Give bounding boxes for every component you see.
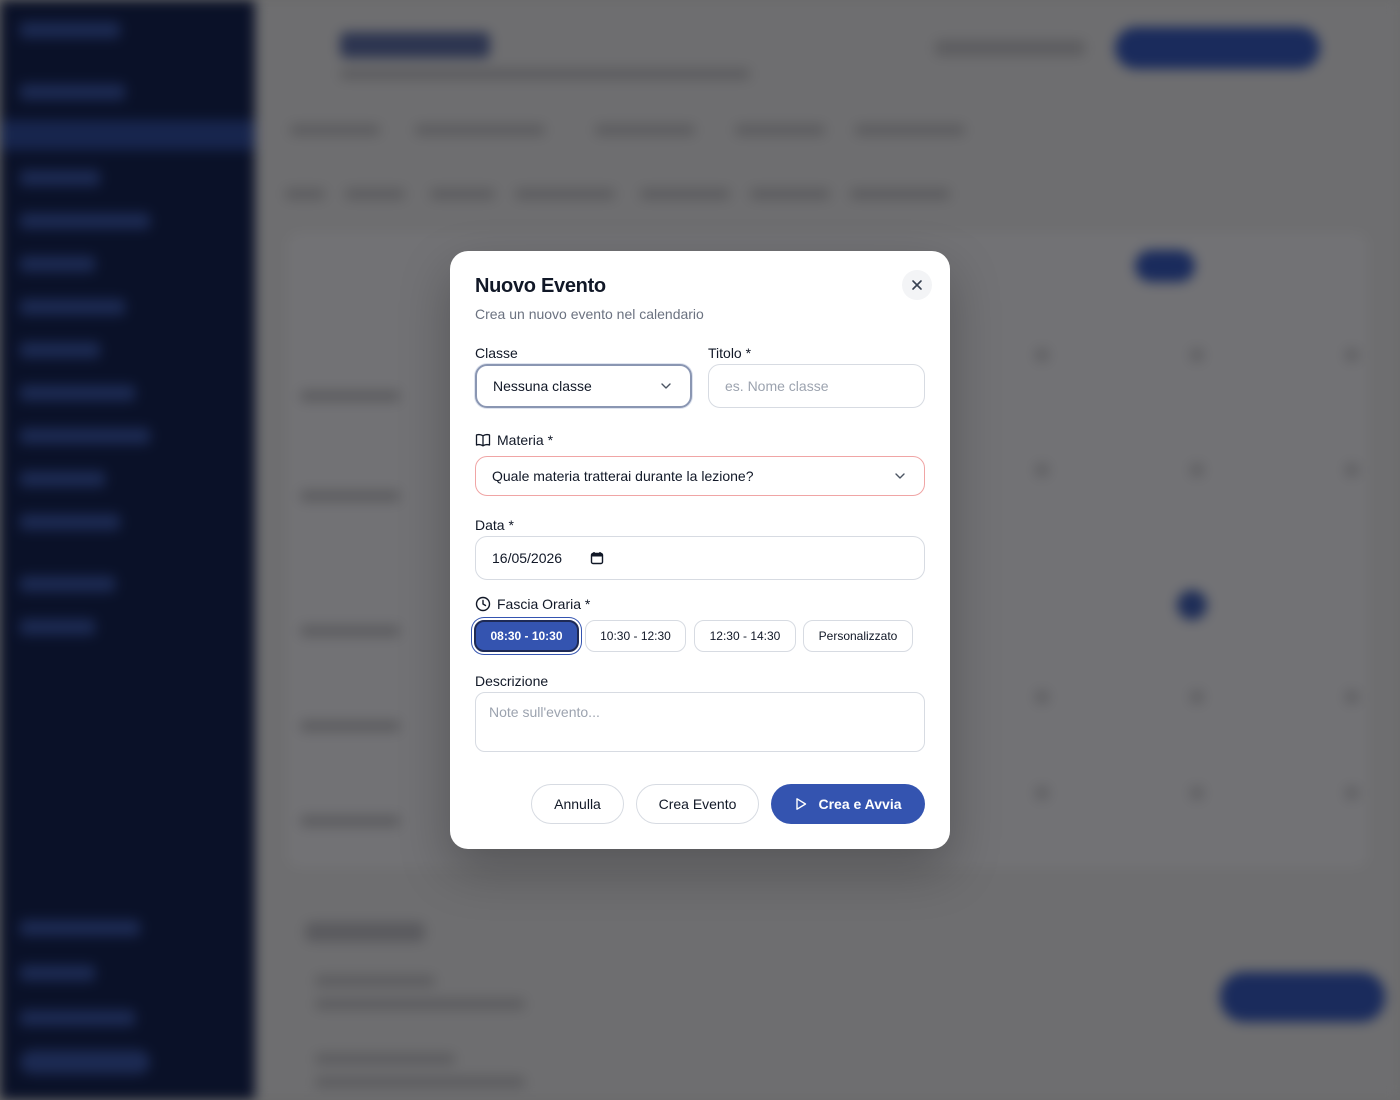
clock-icon [475,596,491,612]
descrizione-placeholder: Note sull'evento... [489,704,600,720]
modal-subtitle: Crea un nuovo evento nel calendario [475,306,704,322]
slot-1230-1430[interactable]: 12:30 - 14:30 [694,620,796,652]
classe-select[interactable]: Nessuna classe [475,364,692,408]
cancel-button[interactable]: Annulla [531,784,624,824]
new-event-modal: Nuovo Evento Crea un nuovo evento nel ca… [450,251,950,849]
fascia-label-row: Fascia Oraria * [475,596,590,612]
sidebar [0,0,255,1100]
descrizione-label: Descrizione [475,673,549,689]
calendar-icon[interactable] [590,551,604,565]
materia-label-row: Materia * [475,432,553,448]
chevron-down-icon [895,473,905,479]
materia-label: Materia * [497,432,554,448]
book-icon [475,433,491,447]
create-and-start-button[interactable]: Crea e Avvia [771,784,925,824]
materia-value: Quale materia tratterai durante la lezio… [492,468,754,484]
slot-personalizzato[interactable]: Personalizzato [803,620,913,652]
date-input[interactable]: 16/05/2026 [475,536,925,580]
play-icon [796,798,807,810]
create-and-start-label: Crea e Avvia [818,796,902,812]
classe-label: Classe [475,345,518,361]
close-button[interactable] [902,270,932,300]
date-value: 16/05/2026 [492,550,563,566]
materia-select[interactable]: Quale materia tratterai durante la lezio… [475,456,925,496]
modal-title: Nuovo Evento [475,275,606,297]
chevron-down-icon [661,383,671,389]
titolo-placeholder: es. Nome classe [725,378,829,394]
classe-value: Nessuna classe [493,378,592,394]
data-label: Data * [475,517,514,533]
close-icon [912,280,922,290]
fascia-label: Fascia Oraria * [497,596,591,612]
titolo-label: Titolo * [708,345,752,361]
create-event-button[interactable]: Crea Evento [636,784,759,824]
titolo-input[interactable]: es. Nome classe [708,364,925,408]
slot-1030-1230[interactable]: 10:30 - 12:30 [585,620,686,652]
descrizione-textarea[interactable]: Note sull'evento... [475,692,925,752]
slot-0830-1030[interactable]: 08:30 - 10:30 [474,620,579,652]
